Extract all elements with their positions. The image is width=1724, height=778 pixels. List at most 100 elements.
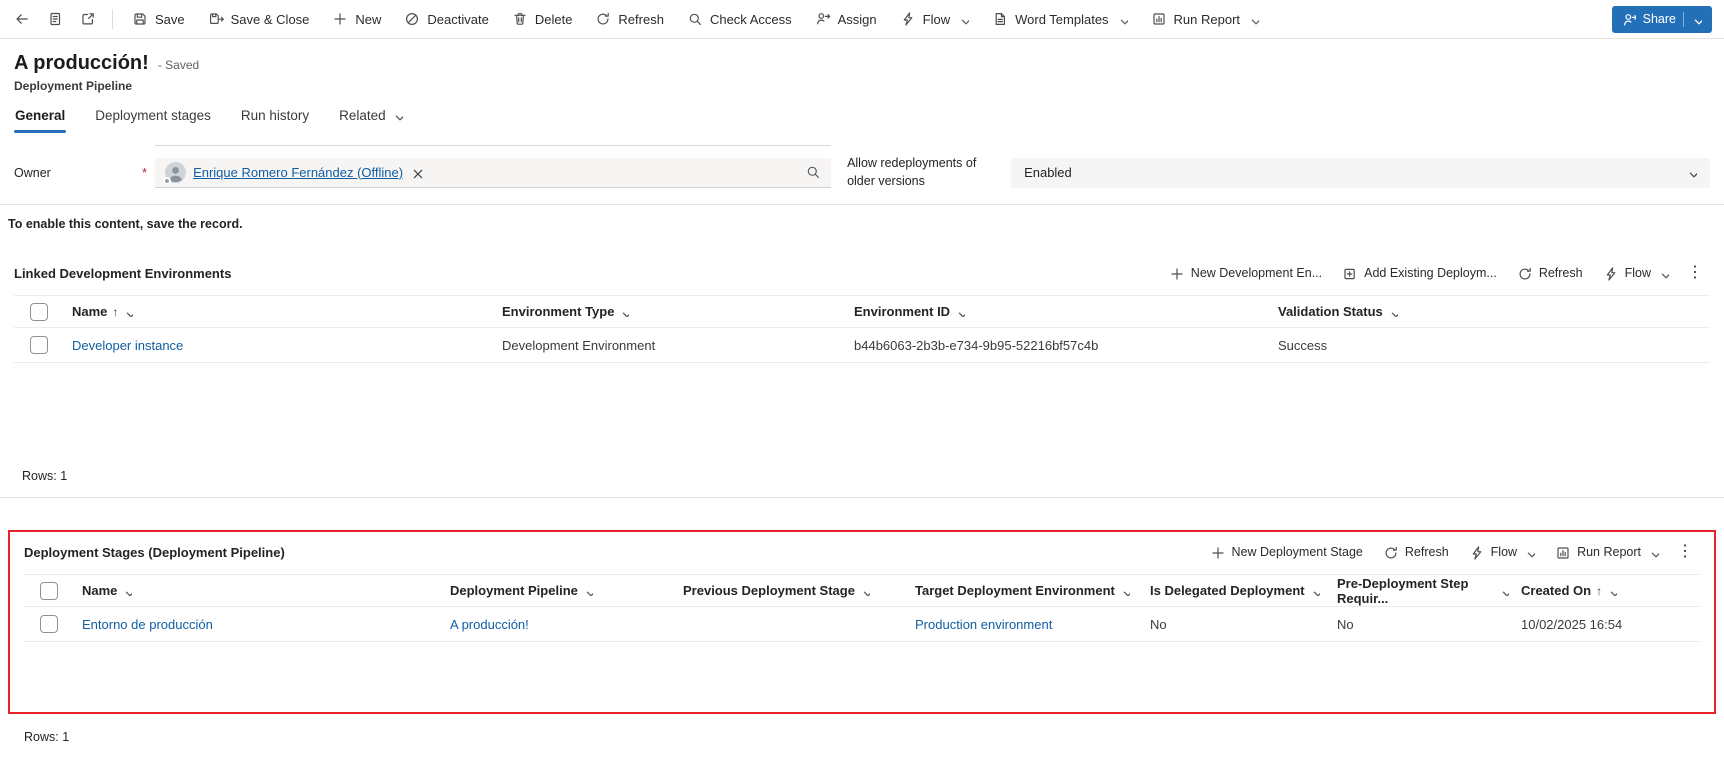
record-list-button[interactable]	[39, 4, 71, 34]
grid2-empty-space	[24, 642, 1700, 712]
delete-button[interactable]: Delete	[501, 4, 584, 34]
chevron-down-icon	[127, 312, 134, 317]
save-close-icon	[209, 13, 224, 24]
grid1-more-commands-icon[interactable]: ⋮	[1680, 262, 1710, 284]
grid2-row-count: Rows: 1	[24, 730, 70, 744]
deactivate-button[interactable]: Deactivate	[393, 4, 499, 34]
row-checkbox[interactable]	[30, 336, 48, 354]
grid1-column-name[interactable]: Name ↑	[60, 304, 490, 319]
run-report-button[interactable]: Run Report	[1140, 4, 1270, 34]
app-window: Save Save & Close New Deactivate Delete …	[0, 0, 1724, 778]
refresh-label: Refresh	[618, 11, 664, 27]
grid2-column-target-environment[interactable]: Target Deployment Environment	[903, 583, 1138, 598]
grid1-column-environment-type[interactable]: Environment Type	[490, 304, 842, 319]
tab-deployment-stages[interactable]: Deployment stages	[94, 108, 212, 133]
grid1-commands: New Development En... Add Existing Deplo…	[1160, 262, 1710, 285]
owner-label-text: Owner	[14, 165, 51, 180]
pipeline-link[interactable]: A producción!	[438, 617, 671, 632]
grid2-run-report-button[interactable]: Run Report	[1546, 541, 1668, 564]
col-label: Created On	[1521, 583, 1592, 598]
grid2-column-name[interactable]: Name	[70, 583, 438, 598]
table-row[interactable]: Entorno de producción A producción! Prod…	[24, 607, 1700, 642]
refresh-button[interactable]: Refresh	[584, 4, 675, 34]
share-person-icon	[1623, 14, 1636, 26]
new-stage-label: New Deployment Stage	[1231, 545, 1363, 559]
owner-lookup[interactable]: Enrique Romero Fernández (Offline)	[155, 144, 832, 188]
tab-related-label: Related	[339, 108, 386, 123]
grid2-column-deployment-pipeline[interactable]: Deployment Pipeline	[438, 583, 671, 598]
tab-general[interactable]: General	[14, 108, 67, 133]
redeploy-combobox[interactable]: Enabled	[1011, 157, 1710, 188]
predeployment-step-cell: No	[1337, 616, 1354, 632]
command-divider	[112, 9, 113, 29]
grid2-column-created-on[interactable]: Created On ↑	[1509, 583, 1700, 598]
report-icon	[1152, 13, 1165, 25]
refresh-icon	[1519, 267, 1531, 280]
lookup-search-icon[interactable]	[805, 164, 821, 180]
row-checkbox[interactable]	[40, 615, 58, 633]
chevron-down-icon	[395, 115, 403, 121]
environment-name-link[interactable]: Developer instance	[60, 338, 490, 353]
grid2-column-previous-stage[interactable]: Previous Deployment Stage	[671, 583, 903, 598]
back-button[interactable]	[6, 4, 38, 34]
record-header: A producción! - Saved Deployment Pipelin…	[0, 39, 1724, 133]
new-deployment-stage-button[interactable]: New Deployment Stage	[1201, 541, 1372, 564]
share-label: Share	[1642, 12, 1676, 26]
assign-person-icon	[816, 13, 830, 25]
popout-button[interactable]	[72, 4, 104, 34]
grid1-empty-space	[14, 363, 1710, 455]
col-label: Is Delegated Deployment	[1150, 583, 1305, 598]
grid1-header-bar: Linked Development Environments New Deve…	[14, 261, 1710, 285]
grid1-column-validation-status[interactable]: Validation Status	[1266, 304, 1710, 319]
new-development-environment-button[interactable]: New Development En...	[1160, 262, 1331, 285]
grid2-more-commands-icon[interactable]: ⋮	[1670, 541, 1700, 563]
plus-icon	[334, 13, 347, 25]
grid2-flow-button[interactable]: Flow	[1460, 541, 1544, 564]
share-divider	[1683, 11, 1684, 27]
grid2-run-report-label: Run Report	[1577, 545, 1641, 559]
remove-owner-icon[interactable]	[410, 166, 423, 179]
flow-button[interactable]: Flow	[889, 4, 980, 34]
tab-related[interactable]: Related	[338, 108, 404, 133]
trash-icon	[514, 13, 526, 25]
share-button[interactable]: Share	[1611, 5, 1712, 33]
chevron-down-icon	[1391, 312, 1398, 317]
command-bar: Save Save & Close New Deactivate Delete …	[0, 0, 1724, 39]
chevron-down-icon	[1661, 273, 1669, 278]
grid1-column-environment-id[interactable]: Environment ID	[842, 304, 1266, 319]
annotation-highlight-box: Deployment Stages (Deployment Pipeline) …	[8, 530, 1716, 714]
chevron-down-icon	[863, 591, 870, 596]
stage-name-link[interactable]: Entorno de producción	[70, 617, 438, 632]
word-templates-button[interactable]: Word Templates	[981, 4, 1138, 34]
grid2-column-predeployment-step[interactable]: Pre-Deployment Step Requir...	[1325, 576, 1509, 606]
check-access-label: Check Access	[709, 11, 792, 27]
chevron-down-icon	[1610, 591, 1618, 596]
save-button[interactable]: Save	[121, 4, 196, 34]
grid1-select-all-checkbox[interactable]	[30, 302, 48, 321]
target-environment-link[interactable]: Production environment	[903, 617, 1138, 632]
grid2-header-bar: Deployment Stages (Deployment Pipeline) …	[24, 540, 1700, 564]
add-existing-button[interactable]: Add Existing Deploym...	[1333, 262, 1506, 285]
refresh-icon	[597, 12, 610, 25]
table-row[interactable]: Developer instance Development Environme…	[14, 328, 1710, 363]
save-and-close-button[interactable]: Save & Close	[197, 4, 321, 34]
grid1-flow-button[interactable]: Flow	[1594, 262, 1678, 285]
grid2-refresh-button[interactable]: Refresh	[1374, 541, 1458, 564]
save-label: Save	[155, 11, 185, 27]
col-label: Environment ID	[854, 304, 951, 319]
deployment-stages-section: Deployment Stages (Deployment Pipeline) …	[10, 532, 1714, 712]
assign-button[interactable]: Assign	[804, 4, 888, 34]
tab-run-history[interactable]: Run history	[240, 108, 310, 133]
owner-record-link[interactable]: Enrique Romero Fernández (Offline)	[193, 165, 403, 180]
chevron-down-icon	[586, 591, 593, 596]
grid2-column-is-delegated[interactable]: Is Delegated Deployment	[1138, 583, 1325, 598]
required-indicator: *	[142, 165, 148, 180]
grid2-select-all-checkbox[interactable]	[40, 581, 58, 600]
check-access-button[interactable]: Check Access	[676, 4, 803, 34]
grid1-row-count: Rows: 1	[22, 469, 68, 483]
entity-type-label: Deployment Pipeline	[14, 79, 133, 93]
new-button[interactable]: New	[321, 4, 392, 34]
grid1-refresh-button[interactable]: Refresh	[1508, 262, 1592, 285]
is-delegated-cell: No	[1150, 616, 1167, 632]
col-label: Deployment Pipeline	[450, 583, 578, 598]
